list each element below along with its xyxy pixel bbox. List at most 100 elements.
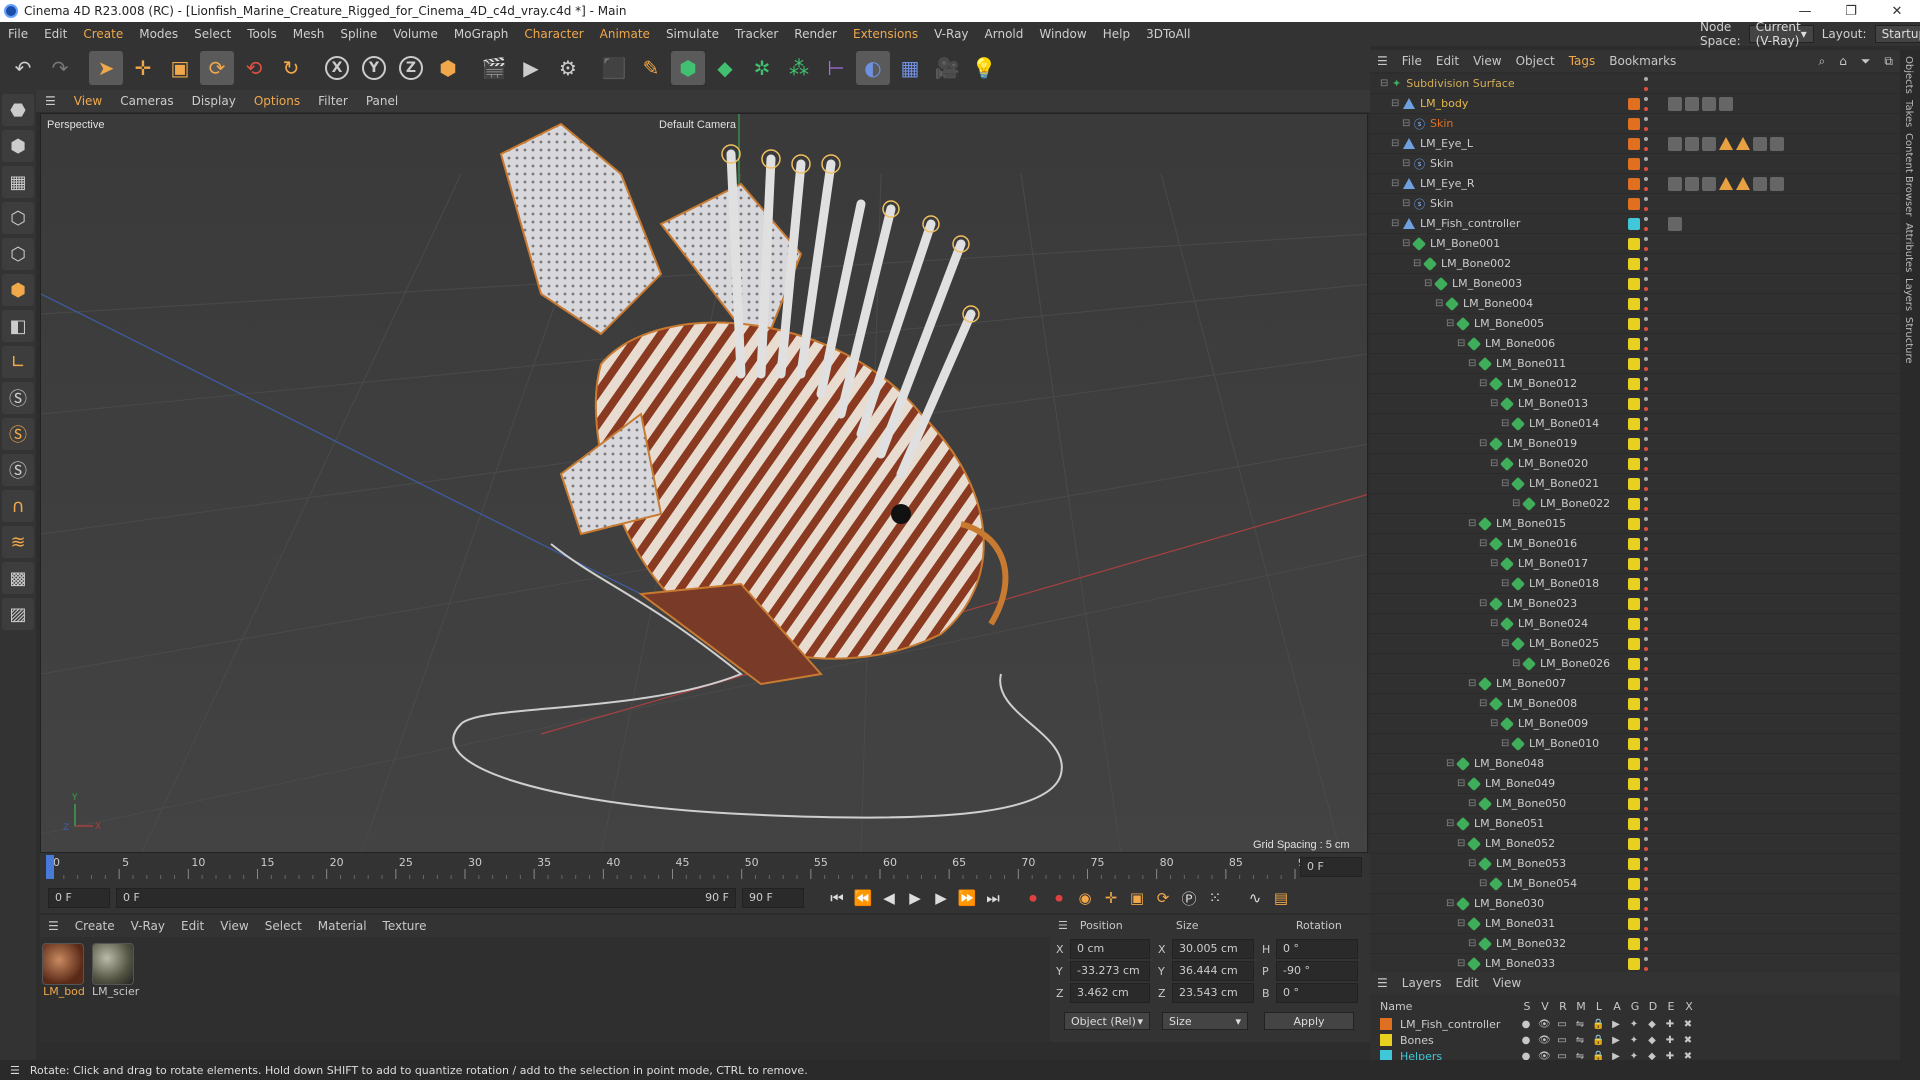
camera-label[interactable]: Default Camera <box>659 119 737 131</box>
object-row[interactable]: ⊟ LM_Bone054 <box>1370 874 1900 894</box>
layer-color-swatch[interactable] <box>1380 1018 1392 1030</box>
material-menu-select[interactable]: Select <box>257 919 310 933</box>
start-frame-field[interactable]: 0 F <box>48 888 110 908</box>
cloner-icon[interactable]: ✲ <box>745 51 779 85</box>
visibility-dots-icon[interactable] <box>1644 237 1648 251</box>
layer-color-swatch[interactable] <box>1628 138 1640 150</box>
material-tag-icon[interactable] <box>1719 97 1733 111</box>
rotate-icon[interactable]: ⟳ <box>200 51 234 85</box>
timeline-ruler[interactable]: 051015202530354045505560657075808590 0 F <box>40 853 1370 883</box>
layers-menu-edit[interactable]: Edit <box>1448 976 1485 990</box>
object-row[interactable]: ⊟ LM_Bone052 <box>1370 834 1900 854</box>
next-key-icon[interactable]: ⏩ <box>954 886 980 910</box>
object-row[interactable]: ⊟ LM_Bone017 <box>1370 554 1900 574</box>
object-row[interactable]: ⊟ LM_Bone005 <box>1370 314 1900 334</box>
expand-toggle-icon[interactable]: ⊟ <box>1391 178 1403 189</box>
scale-key-icon[interactable]: ▣ <box>1124 886 1150 910</box>
visibility-dots-icon[interactable] <box>1644 217 1648 231</box>
visibility-dots-icon[interactable] <box>1644 577 1648 591</box>
record-icon[interactable]: ⏺ <box>1020 886 1046 910</box>
object-row[interactable]: ⊟ LM_Bone032 <box>1370 934 1900 954</box>
object-row[interactable]: ⊟ ⓢ Skin <box>1370 114 1900 134</box>
layers-menu-view[interactable]: View <box>1486 976 1528 990</box>
generators-icon[interactable]: ✦ <box>1628 1035 1640 1046</box>
render-view-icon[interactable]: 🎬 <box>477 51 511 85</box>
visibility-dots-icon[interactable] <box>1644 697 1648 711</box>
layer-color-swatch[interactable] <box>1628 858 1640 870</box>
vray-tag-icon[interactable] <box>1668 137 1682 151</box>
position-key-icon[interactable]: ✛ <box>1098 886 1124 910</box>
menu-mesh[interactable]: Mesh <box>285 27 333 41</box>
render-settings-icon[interactable]: ⚙ <box>551 51 585 85</box>
menu-extensions[interactable]: Extensions <box>845 27 926 41</box>
visibility-dots-icon[interactable] <box>1644 837 1648 851</box>
viewport-menu-view[interactable]: View <box>65 94 111 108</box>
visibility-dots-icon[interactable] <box>1644 197 1648 211</box>
viewport-menu-panel[interactable]: Panel <box>357 94 407 108</box>
menu-volume[interactable]: Volume <box>385 27 446 41</box>
timeline-icon[interactable]: ▤ <box>1268 886 1294 910</box>
objects-menu-tags[interactable]: Tags <box>1562 54 1603 68</box>
solo-icon[interactable]: ● <box>1520 1035 1532 1046</box>
visibility-dots-icon[interactable] <box>1644 497 1648 511</box>
layer-color-swatch[interactable] <box>1628 478 1640 490</box>
visibility-dots-icon[interactable] <box>1644 457 1648 471</box>
layer-color-swatch[interactable] <box>1628 438 1640 450</box>
visibility-dots-icon[interactable] <box>1644 797 1648 811</box>
layer-column-header[interactable]: V <box>1539 1000 1551 1013</box>
layer-column-header[interactable]: E <box>1665 1000 1677 1013</box>
object-row[interactable]: ⊟ LM_Bone010 <box>1370 734 1900 754</box>
xref-icon[interactable]: ✖ <box>1682 1035 1694 1046</box>
object-row[interactable]: ⊟ LM_Bone001 <box>1370 234 1900 254</box>
viewport-menu-cameras[interactable]: Cameras <box>111 94 182 108</box>
lock-icon[interactable]: 🔒 <box>1592 1019 1604 1030</box>
visibility-dots-icon[interactable] <box>1644 77 1648 91</box>
object-row[interactable]: ⊟ LM_Bone021 <box>1370 474 1900 494</box>
object-row[interactable]: ⊟ LM_Bone053 <box>1370 854 1900 874</box>
objects-menu-bookmarks[interactable]: Bookmarks <box>1602 54 1683 68</box>
visibility-dots-icon[interactable] <box>1644 97 1648 111</box>
rotate-2-icon[interactable]: ↻ <box>274 51 308 85</box>
material-menu-v-ray[interactable]: V-Ray <box>123 919 173 933</box>
layer-color-swatch[interactable] <box>1628 318 1640 330</box>
layer-color-swatch[interactable] <box>1628 378 1640 390</box>
expand-toggle-icon[interactable]: ⊟ <box>1402 158 1414 169</box>
playhead[interactable] <box>46 855 54 879</box>
tag-icon[interactable] <box>1736 177 1750 190</box>
layer-color-swatch[interactable] <box>1628 698 1640 710</box>
floor-icon[interactable]: ▦ <box>893 51 927 85</box>
hamburger-icon[interactable]: ☰ <box>1370 976 1395 990</box>
vray-tag-icon[interactable] <box>1668 177 1682 191</box>
position-field[interactable]: 3.462 cm <box>1070 983 1150 1003</box>
edge-mode-icon[interactable]: ⬡ <box>2 238 34 270</box>
object-row[interactable]: ⊟ LM_Bone048 <box>1370 754 1900 774</box>
apply-button[interactable]: Apply <box>1264 1012 1354 1030</box>
layer-column-header[interactable]: X <box>1683 1000 1695 1013</box>
frame-range-slider[interactable]: 0 F 90 F <box>116 888 736 908</box>
layer-color-swatch[interactable] <box>1628 678 1640 690</box>
search-icon[interactable]: ⌕ <box>1811 54 1832 69</box>
move-icon[interactable]: ✛ <box>126 51 160 85</box>
menu-animate[interactable]: Animate <box>592 27 658 41</box>
locked-workplane-icon[interactable]: ▨ <box>2 598 34 630</box>
param-key-icon[interactable]: Ⓟ <box>1176 886 1202 910</box>
menu-help[interactable]: Help <box>1095 27 1138 41</box>
model-mode-icon[interactable]: ⬢ <box>2 130 34 162</box>
go-to-end-icon[interactable]: ⏭ <box>980 886 1006 910</box>
layer-color-swatch[interactable] <box>1628 518 1640 530</box>
layer-column-header[interactable]: M <box>1575 1000 1587 1013</box>
object-row[interactable]: ⊟ LM_Bone050 <box>1370 794 1900 814</box>
hamburger-icon[interactable]: ☰ <box>10 1064 20 1077</box>
previous-frame-icon[interactable]: ◀ <box>876 886 902 910</box>
object-row[interactable]: ⊟ LM_Bone018 <box>1370 574 1900 594</box>
visibility-dots-icon[interactable] <box>1644 477 1648 491</box>
layer-color-swatch[interactable] <box>1628 118 1640 130</box>
deformers-icon[interactable]: ◆ <box>1646 1019 1658 1030</box>
objects-menu-view[interactable]: View <box>1466 54 1508 68</box>
object-row[interactable]: ⊟ ⓢ Skin <box>1370 194 1900 214</box>
object-row[interactable]: ⊟ LM_Bone006 <box>1370 334 1900 354</box>
visibility-dots-icon[interactable] <box>1644 817 1648 831</box>
layer-color-swatch[interactable] <box>1628 738 1640 750</box>
layer-color-swatch[interactable] <box>1628 798 1640 810</box>
expand-toggle-icon[interactable]: ⊟ <box>1391 98 1403 109</box>
